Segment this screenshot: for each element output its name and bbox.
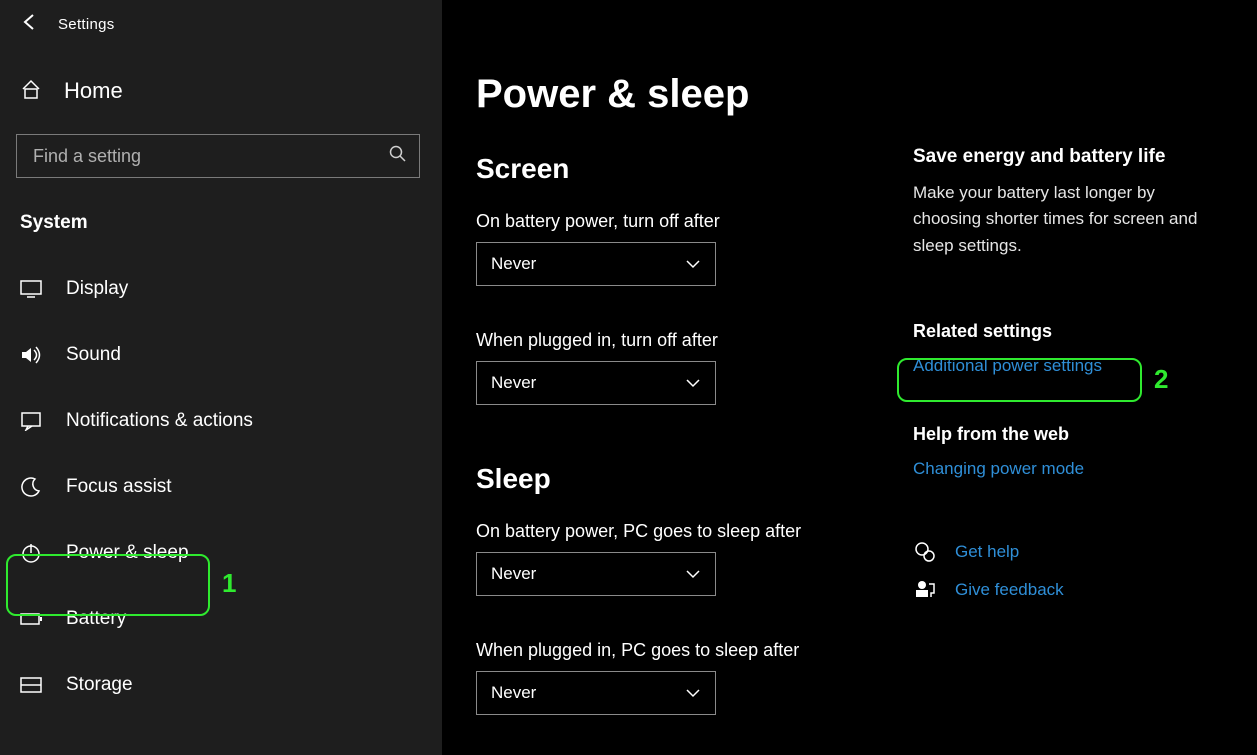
display-icon xyxy=(20,280,42,298)
dropdown-value: Never xyxy=(491,254,536,274)
sidebar-item-battery[interactable]: Battery xyxy=(0,586,442,652)
power-icon xyxy=(20,542,42,564)
back-button[interactable] xyxy=(20,12,40,36)
sleep-battery-dropdown[interactable]: Never xyxy=(476,552,716,596)
sidebar-item-power-sleep[interactable]: Power & sleep xyxy=(0,520,442,586)
main-column: Power & sleep Screen On battery power, t… xyxy=(476,36,877,755)
sidebar-item-label: Sound xyxy=(66,344,121,366)
storage-icon xyxy=(20,677,42,693)
page-title: Power & sleep xyxy=(476,72,877,117)
chevron-down-icon xyxy=(685,566,701,583)
screen-plugged-label: When plugged in, turn off after xyxy=(476,330,877,351)
dropdown-value: Never xyxy=(491,564,536,584)
sidebar: Settings Home System Display Sound xyxy=(0,0,442,755)
sidebar-item-label: Storage xyxy=(66,674,133,696)
related-heading: Related settings xyxy=(913,321,1223,342)
help-icon xyxy=(913,541,937,563)
notifications-icon xyxy=(20,411,42,431)
screen-battery-dropdown[interactable]: Never xyxy=(476,242,716,286)
search-box[interactable] xyxy=(16,134,420,178)
additional-power-settings-link[interactable]: Additional power settings xyxy=(913,356,1223,376)
energy-heading: Save energy and battery life xyxy=(913,146,1223,168)
give-feedback-link[interactable]: Give feedback xyxy=(955,580,1064,600)
sidebar-item-label: Battery xyxy=(66,608,126,630)
battery-icon xyxy=(20,612,42,626)
home-icon xyxy=(20,78,42,104)
sleep-heading: Sleep xyxy=(476,463,877,495)
sidebar-section-label: System xyxy=(20,212,442,234)
right-column: Save energy and battery life Make your b… xyxy=(913,36,1223,755)
sidebar-item-label: Notifications & actions xyxy=(66,410,253,432)
sleep-battery-label: On battery power, PC goes to sleep after xyxy=(476,521,877,542)
sidebar-item-focus-assist[interactable]: Focus assist xyxy=(0,454,442,520)
feedback-icon xyxy=(913,579,937,601)
screen-battery-label: On battery power, turn off after xyxy=(476,211,877,232)
search-icon xyxy=(389,145,407,167)
sidebar-item-sound[interactable]: Sound xyxy=(0,322,442,388)
changing-power-mode-link[interactable]: Changing power mode xyxy=(913,459,1223,479)
chevron-down-icon xyxy=(685,375,701,392)
sound-icon xyxy=(20,345,42,365)
moon-icon xyxy=(20,476,42,498)
content-pane: Power & sleep Screen On battery power, t… xyxy=(442,0,1257,755)
app-title: Settings xyxy=(58,16,115,33)
sidebar-item-display[interactable]: Display xyxy=(0,256,442,322)
help-heading: Help from the web xyxy=(913,424,1223,445)
screen-heading: Screen xyxy=(476,153,877,185)
sidebar-home-label: Home xyxy=(64,78,123,104)
chevron-down-icon xyxy=(685,256,701,273)
dropdown-value: Never xyxy=(491,683,536,703)
sleep-plugged-dropdown[interactable]: Never xyxy=(476,671,716,715)
sleep-plugged-label: When plugged in, PC goes to sleep after xyxy=(476,640,877,661)
sidebar-home[interactable]: Home xyxy=(6,48,442,134)
dropdown-value: Never xyxy=(491,373,536,393)
chevron-down-icon xyxy=(685,685,701,702)
sidebar-item-label: Display xyxy=(66,278,128,300)
sidebar-item-storage[interactable]: Storage xyxy=(0,652,442,718)
sidebar-item-label: Power & sleep xyxy=(66,542,189,564)
sidebar-item-label: Focus assist xyxy=(66,476,172,498)
screen-plugged-dropdown[interactable]: Never xyxy=(476,361,716,405)
sidebar-item-notifications[interactable]: Notifications & actions xyxy=(0,388,442,454)
search-input[interactable] xyxy=(31,145,389,168)
get-help-link[interactable]: Get help xyxy=(955,542,1019,562)
energy-body: Make your battery last longer by choosin… xyxy=(913,180,1223,259)
